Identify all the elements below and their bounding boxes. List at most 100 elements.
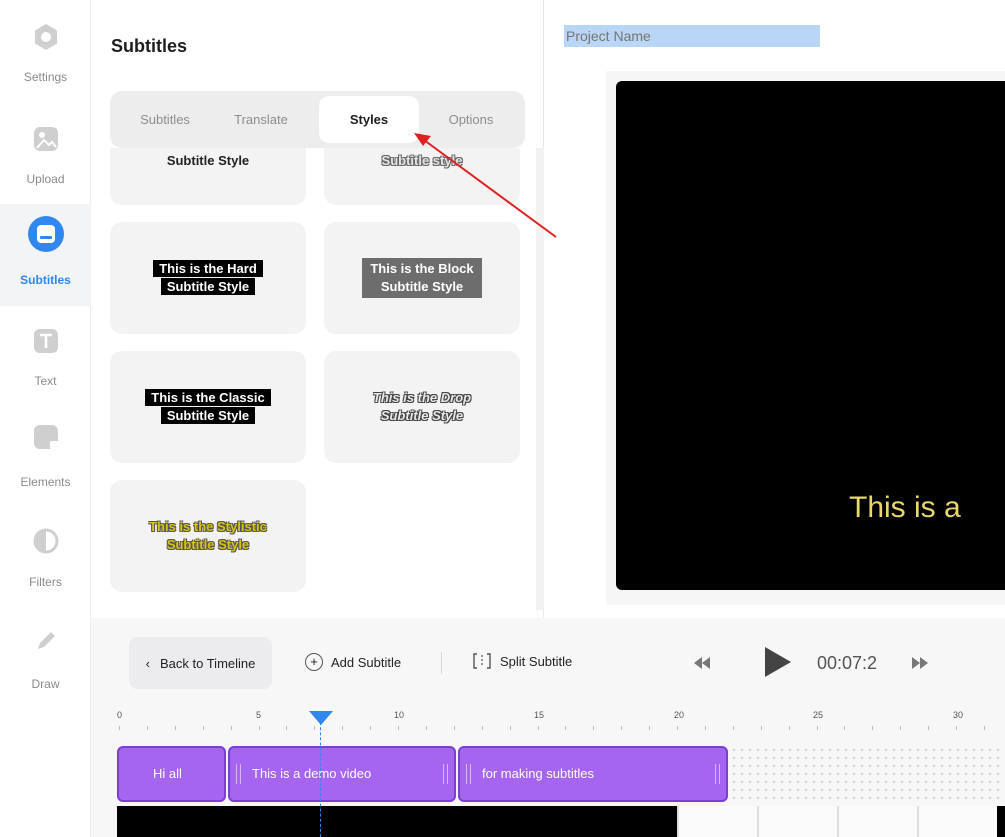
subtitle-clip[interactable]: This is a demo video (228, 746, 456, 802)
clip-handle-right[interactable] (715, 764, 720, 784)
ruler-tick (342, 726, 344, 730)
playback-time: 00:07:2 (817, 653, 878, 673)
block-style-line1: This is the Block (370, 261, 474, 276)
ruler-tick (956, 726, 957, 730)
style-card-drop[interactable]: This is the Drop Subtitle Style (324, 351, 520, 463)
classic-style-line2: Subtitle Style (160, 407, 256, 424)
style-top-right-text: Subtitle style (381, 153, 463, 168)
fast-forward-icon[interactable] (912, 657, 928, 669)
drop-style-line2: Subtitle Style (380, 408, 464, 423)
ruler-tick (453, 726, 455, 730)
settings-icon (35, 24, 57, 50)
rewind-icon[interactable] (694, 657, 710, 669)
play-icon[interactable] (765, 647, 791, 677)
stylistic-style-preview: This is the Stylistic Subtitle Style (149, 518, 267, 554)
split-subtitle-label: Split Subtitle (500, 653, 573, 669)
ruler-tick (314, 726, 316, 730)
classic-style-preview: This is the Classic Subtitle Style (145, 389, 271, 425)
ruler-tick (872, 726, 874, 730)
hard-style-line2: Subtitle Style (160, 278, 256, 295)
panel-tabs: Subtitles Translate Styles Options (110, 91, 525, 148)
playhead-marker-icon[interactable] (309, 711, 333, 725)
add-subtitle-button[interactable]: + Add Subtitle (305, 653, 401, 671)
playhead-line (320, 712, 321, 837)
rail-label-text: Text (34, 374, 57, 388)
ruler-tick (509, 726, 511, 730)
rail-item-draw[interactable]: Draw (0, 612, 91, 714)
stylistic-style-line2: Subtitle Style (166, 537, 250, 552)
panel-scrollbar[interactable] (536, 148, 544, 610)
subtitle-clip-label: for making subtitles (482, 766, 594, 781)
style-card-top-left[interactable]: Subtitle Style (110, 148, 306, 205)
filmstrip-frame (677, 806, 757, 837)
clip-handle-left[interactable] (236, 764, 241, 784)
rail-label-upload: Upload (26, 172, 65, 186)
ruler-tick (146, 726, 148, 730)
tab-options[interactable]: Options (431, 96, 511, 143)
ruler-tick (788, 726, 790, 730)
block-style-line2: Subtitle Style (380, 279, 464, 294)
rail-item-subtitles[interactable]: Subtitles (0, 204, 91, 306)
text-icon (34, 329, 58, 353)
ruler-tick (202, 726, 204, 730)
rail-item-upload[interactable]: Upload (0, 102, 91, 204)
ruler-tick (370, 726, 372, 730)
style-card-classic[interactable]: This is the Classic Subtitle Style (110, 351, 306, 463)
left-rail: Settings Upload Subtitles Text Elements … (0, 0, 91, 837)
rail-item-text[interactable]: Text (0, 306, 91, 408)
ruler-tick (704, 726, 706, 730)
video-subtitle-text: This is a (849, 491, 961, 524)
split-subtitle-button[interactable]: Split Subtitle (472, 653, 572, 669)
style-card-stylistic[interactable]: This is the Stylistic Subtitle Style (110, 480, 306, 592)
tab-translate[interactable]: Translate (223, 96, 299, 143)
style-card-top-right[interactable]: Subtitle style (324, 148, 520, 205)
clip-handle-right[interactable] (443, 764, 448, 784)
back-to-timeline-label: Back to Timeline (159, 655, 256, 671)
plus-circle-icon: + (305, 653, 323, 671)
rail-item-elements[interactable]: Elements (0, 408, 91, 510)
back-to-timeline-button[interactable]: ‹ Back to Timeline (129, 637, 272, 689)
ruler-tick (621, 726, 623, 730)
filmstrip-frame (757, 806, 837, 837)
ruler-tick (258, 726, 260, 730)
rail-item-settings[interactable]: Settings (0, 0, 91, 102)
drop-style-preview: This is the Drop Subtitle Style (373, 389, 471, 425)
style-card-hard[interactable]: This is the Hard Subtitle Style (110, 222, 306, 334)
hard-style-line1: This is the Hard (153, 260, 263, 277)
clip-handle-left[interactable] (466, 764, 471, 784)
style-card-block[interactable]: This is the Block Subtitle Style (324, 222, 520, 334)
ruler-label: 5 (256, 710, 262, 720)
subtitle-clip-label: Hi all (153, 766, 182, 781)
filters-icon (33, 528, 59, 554)
ruler-tick (649, 726, 651, 730)
ruler-tick (481, 726, 483, 730)
ruler-tick (119, 726, 120, 730)
classic-style-line1: This is the Classic (145, 389, 271, 406)
subtitle-clip[interactable]: for making subtitles (458, 746, 728, 802)
timeline-ruler[interactable]: 0 5 10 15 20 25 30 (91, 706, 1005, 732)
toolbar-divider (441, 652, 442, 674)
project-name-input[interactable] (564, 25, 820, 47)
ruler-tick (425, 726, 427, 730)
app-window: Settings Upload Subtitles Text Elements … (0, 0, 1005, 837)
split-icon (473, 653, 491, 669)
ruler-tick (286, 726, 288, 730)
ruler-label: 0 (117, 710, 123, 720)
subtitle-clip-label: This is a demo video (252, 766, 372, 781)
panel-title: Subtitles (111, 36, 188, 56)
rail-label-filters: Filters (29, 575, 62, 589)
ruler-tick (398, 726, 399, 730)
ruler-tick (537, 726, 539, 730)
ruler-tick (760, 726, 762, 730)
tab-subtitles[interactable]: Subtitles (127, 96, 203, 143)
subtitle-clip[interactable]: Hi all (117, 746, 226, 802)
tab-styles[interactable]: Styles (319, 96, 419, 143)
ruler-tick (230, 726, 232, 730)
chevron-left-icon: ‹ (145, 655, 150, 671)
rail-label-settings: Settings (23, 70, 68, 84)
ruler-tick (928, 726, 930, 730)
rail-item-filters[interactable]: Filters (0, 510, 91, 612)
ruler-tick (174, 726, 176, 730)
empty-track-area (730, 746, 1005, 802)
ruler-tick (844, 726, 846, 730)
